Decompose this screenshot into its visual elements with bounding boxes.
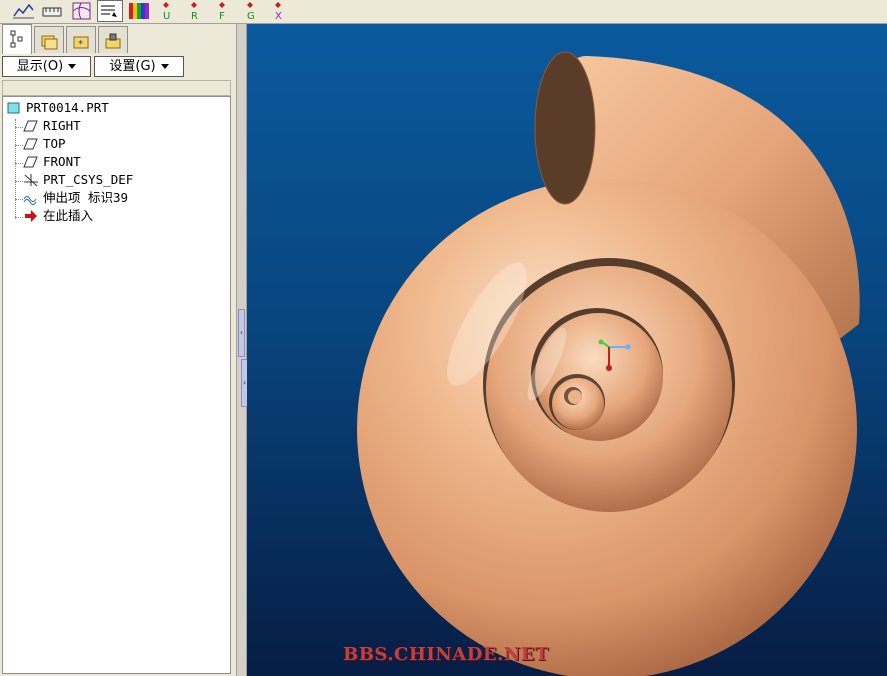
datum-x-icon[interactable]: X [268,0,294,22]
tree-item-label: 伸出项 标识39 [43,190,129,205]
datum-g-icon[interactable]: G [240,0,266,22]
datum-plane-icon [23,156,38,168]
settings-menu-label: 设置(G) [109,59,156,74]
tree-item-label: FRONT [43,154,81,169]
tree-connector [15,181,23,183]
display-menu-label: 显示(O) [16,59,64,74]
settings-menu-button[interactable]: 设置(G) [94,56,184,77]
shell-core-whorl [552,378,604,430]
datum-f-icon[interactable]: F [212,0,238,22]
svg-text:G: G [247,11,255,22]
shell-opening [534,51,596,205]
mesh-icon[interactable] [69,0,95,22]
measure-icon[interactable] [40,0,66,22]
chevron-down-icon [68,64,77,69]
tab-model-tree[interactable] [2,24,32,54]
tab-connections[interactable] [98,26,128,53]
datum-plane-icon [23,120,38,132]
svg-text:X: X [275,11,282,22]
svg-text:*: * [78,39,83,50]
graphics-viewport[interactable]: BBS.CHINADE.NET [247,24,887,676]
tree-root-label: PRT0014.PRT [26,100,109,115]
protrusion-icon [23,196,37,205]
color-bars-icon[interactable] [126,0,152,22]
tree-connector [15,145,23,147]
part-icon [7,102,20,114]
navigator-menu-row: 显示(O) 设置(G) [0,55,236,80]
tree-connector [15,163,23,165]
main-toolbar: U R F G X [0,0,887,24]
tree-connector [15,217,23,219]
datum-display-icon[interactable] [10,0,36,22]
tab-layers[interactable] [34,26,64,53]
regenerate-icon[interactable] [97,0,123,22]
datum-plane-icon [23,138,38,150]
tree-connector [15,119,17,219]
chevron-down-icon [160,64,169,69]
watermark: BBS.CHINADE.NET [343,644,549,665]
favorites-folder-icon: * [73,36,89,50]
model-tree-icon [10,30,23,48]
tree-connector [15,199,23,201]
shell-model [357,51,860,676]
insert-here-arrow-icon [25,210,37,222]
model-tree[interactable]: PRT0014.PRT RIGHT TOP FRONT PRT_CSYS_DEF… [2,96,231,674]
svg-text:F: F [219,11,225,22]
tree-item-label: PRT_CSYS_DEF [43,172,134,187]
tree-connector [15,127,23,129]
navigator-tabs: * [0,24,236,54]
tree-item-label: 在此插入 [43,208,94,223]
shell-inner-whorl [535,313,663,441]
datum-r-icon[interactable]: R [184,0,210,22]
datum-u-icon[interactable]: U [156,0,182,22]
layers-folder-icon [41,35,58,50]
tree-item-label: TOP [43,136,66,151]
svg-text:U: U [163,11,170,22]
collapse-left-icon[interactable]: ‹ [238,309,245,357]
svg-text:R: R [191,11,198,22]
navigator-panel: * 显示(O) 设置(G) PRT0014.PRT RIGHT TOP FRON… [0,24,236,676]
display-menu-button[interactable]: 显示(O) [2,56,91,77]
tree-item-label: RIGHT [43,118,81,133]
panel-splitter[interactable]: ‹ › [236,24,248,676]
connections-tools-icon [105,33,121,49]
tab-favorites[interactable]: * [66,26,96,53]
tree-column-header [2,80,231,96]
coordinate-system-icon [24,174,38,187]
